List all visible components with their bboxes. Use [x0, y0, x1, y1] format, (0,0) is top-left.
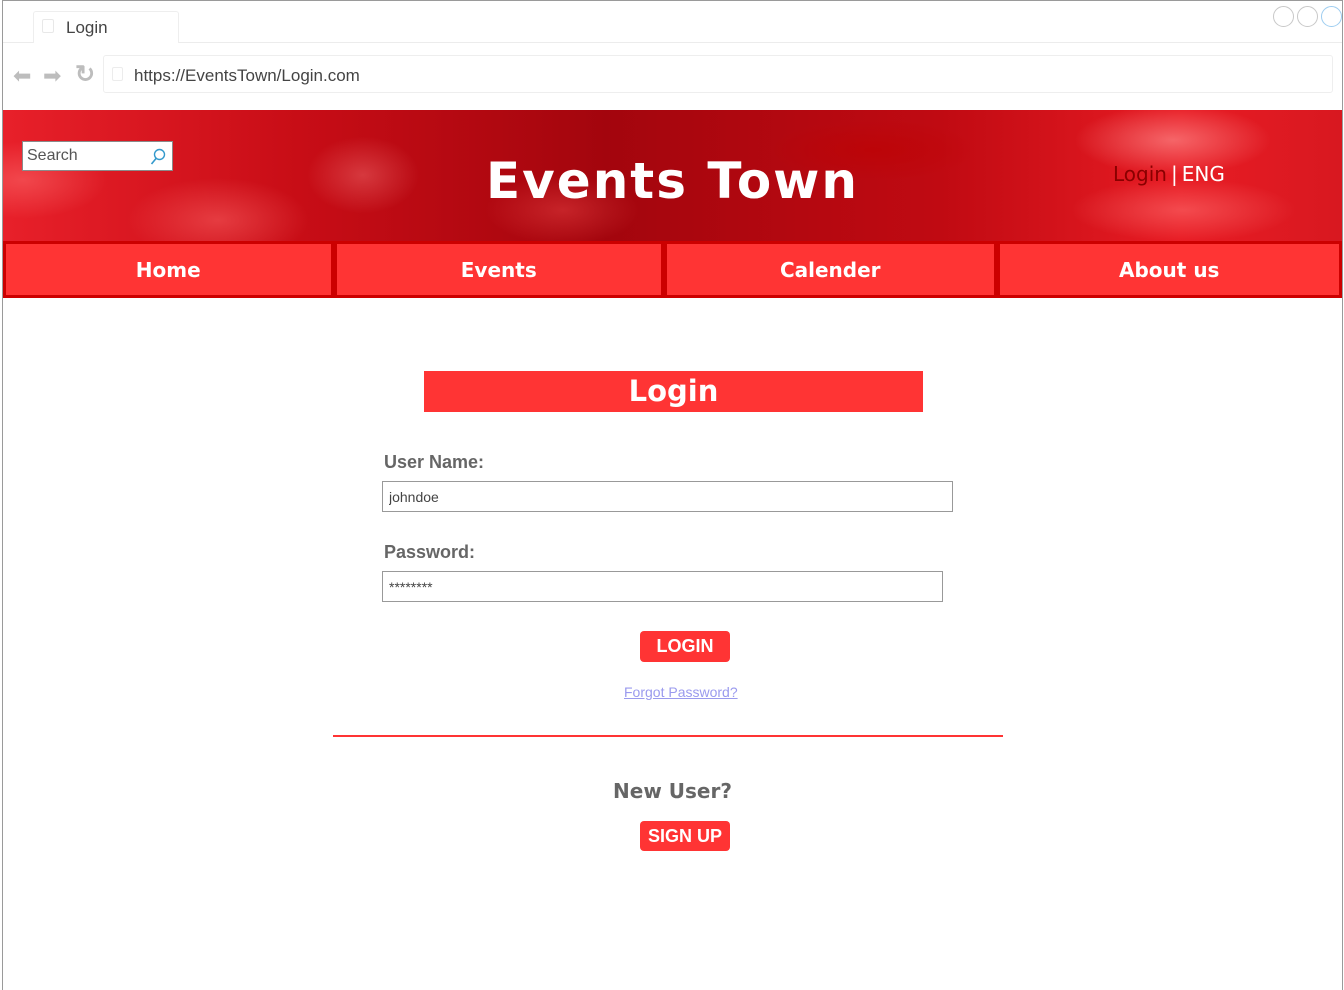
- restore-button[interactable]: [1297, 6, 1318, 27]
- tab-bar: Login: [3, 1, 1342, 43]
- reload-icon[interactable]: ↻: [75, 63, 95, 87]
- menu-item-events[interactable]: Events: [333, 241, 664, 298]
- window-controls: [1270, 6, 1342, 28]
- header-login-link[interactable]: Login: [1113, 162, 1167, 186]
- section-divider: [333, 735, 1003, 737]
- sign-up-button[interactable]: SIGN UP: [640, 821, 730, 851]
- main-menu: Home Events Calender About us: [3, 241, 1342, 298]
- password-label: Password:: [384, 542, 476, 562]
- menu-item-about-us[interactable]: About us: [996, 241, 1342, 298]
- browser-window: Login ⬅ ➡ ↻ https://EventsTown/Login.com…: [2, 0, 1343, 990]
- forward-arrow-icon[interactable]: ➡: [43, 65, 61, 87]
- menu-item-home[interactable]: Home: [3, 241, 334, 298]
- page-icon: [112, 67, 123, 81]
- close-button[interactable]: [1321, 6, 1342, 27]
- username-label: User Name:: [384, 452, 485, 472]
- browser-tab[interactable]: Login: [33, 11, 179, 43]
- page-icon: [42, 19, 54, 33]
- header-banner: Events Town Login|ENG: [3, 110, 1342, 241]
- header-links: Login | ENG: [1113, 162, 1225, 186]
- login-button[interactable]: LOGIN: [640, 631, 730, 662]
- address-bar[interactable]: https://EventsTown/Login.com: [103, 55, 1333, 93]
- address-bar-row: ⬅ ➡ ↻ https://EventsTown/Login.com: [3, 43, 1342, 110]
- login-heading: Login: [424, 371, 923, 412]
- url-text: https://EventsTown/Login.com: [134, 66, 360, 85]
- language-selector[interactable]: ENG: [1182, 162, 1225, 186]
- username-field[interactable]: [382, 481, 953, 512]
- link-separator: |: [1170, 162, 1178, 186]
- tab-title: Login: [66, 18, 108, 37]
- password-field[interactable]: [382, 571, 943, 602]
- back-arrow-icon[interactable]: ⬅: [13, 65, 31, 87]
- forgot-password-link[interactable]: Forgot Password?: [624, 684, 738, 700]
- minimize-button[interactable]: [1273, 6, 1294, 27]
- new-user-prompt: New User?: [613, 779, 732, 803]
- menu-item-calender[interactable]: Calender: [664, 241, 997, 298]
